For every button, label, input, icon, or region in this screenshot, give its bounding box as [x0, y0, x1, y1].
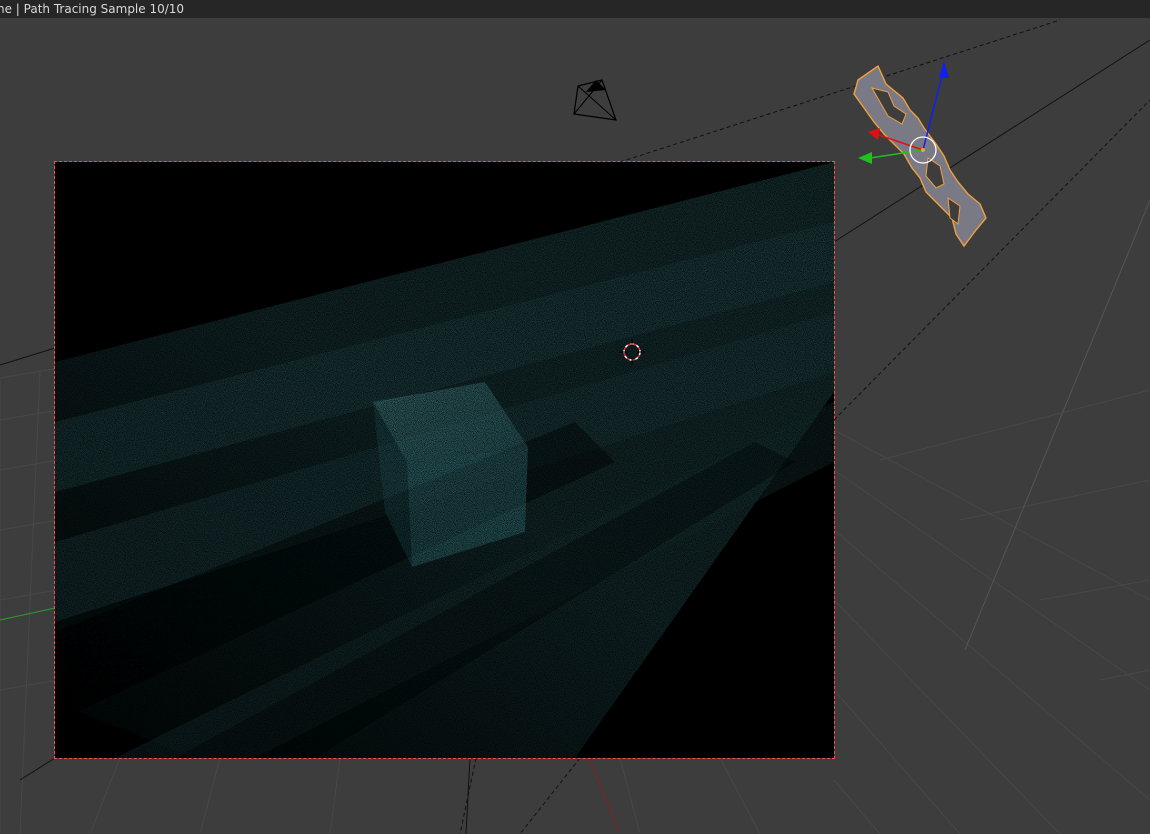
render-preview-image: [55, 162, 834, 758]
light-direction-line: [964, 199, 1150, 651]
x-axis-line: [589, 759, 621, 834]
3d-cursor-icon[interactable]: [619, 339, 645, 365]
y-axis-line: [0, 607, 56, 621]
render-status-text: ne | Path Tracing Sample 10/10: [0, 2, 185, 16]
camera-icon[interactable]: [566, 74, 626, 126]
render-preview-region[interactable]: [54, 161, 835, 759]
3d-viewport[interactable]: ne | Path Tracing Sample 10/10: [0, 0, 1150, 834]
viewport-header-bar: ne | Path Tracing Sample 10/10: [0, 0, 1150, 18]
spot-light-icon[interactable]: [848, 58, 993, 253]
